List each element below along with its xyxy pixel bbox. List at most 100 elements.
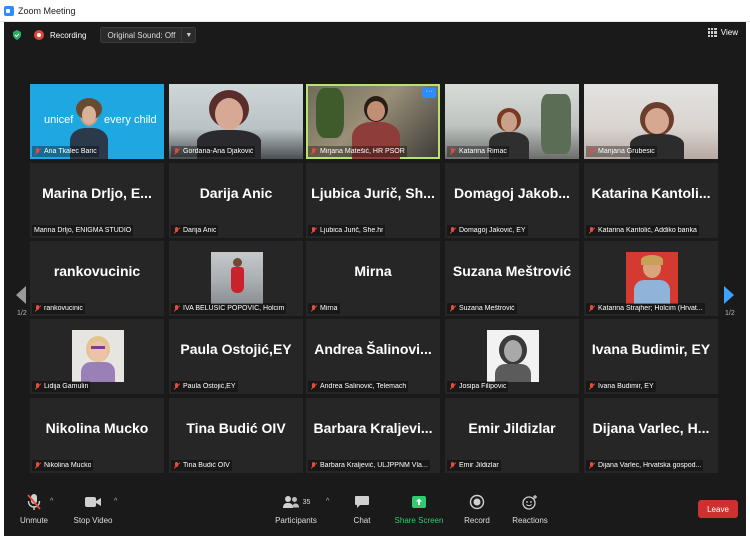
view-label: View [720, 28, 738, 37]
participant-name-label: Barbara Kraljević, ULJPPNM Vla... [308, 460, 430, 471]
participant-name-label: Andrea Šalinović, Telemach [308, 381, 409, 392]
muted-mic-icon [588, 147, 595, 156]
shield-icon[interactable] [12, 30, 22, 40]
record-button[interactable]: Record [447, 492, 507, 525]
share-screen-button[interactable]: Share Screen [389, 492, 449, 525]
muted-mic-icon [310, 226, 317, 235]
participant-name-label: Dijana Varlec, Hrvatska gospod... [586, 460, 704, 471]
video-tile[interactable]: Marijana Grubesic [584, 84, 718, 159]
participant-display-name: Andrea Šalinovi... [314, 341, 432, 357]
participant-name-label: Lidija Gamulin [32, 381, 91, 392]
video-tile[interactable]: unicef every child Ana Tkalec Baric [30, 84, 164, 159]
participants-count: 35 [302, 498, 311, 506]
participant-tile[interactable]: Andrea Šalinovi... Andrea Šalinović, Tel… [306, 319, 440, 394]
muted-mic-icon [34, 304, 41, 313]
unmute-label: Unmute [19, 516, 48, 525]
muted-mic-icon [173, 147, 180, 156]
participants-chevron-icon[interactable]: ^ [326, 498, 329, 505]
participants-button[interactable]: 35 Participants [266, 492, 326, 525]
participant-name-label: Marijana Grubesic [586, 146, 657, 157]
participant-tile[interactable]: Tina Budić OIV Tina Budić OIV [169, 398, 303, 473]
chevron-down-icon[interactable]: ▼ [181, 28, 195, 42]
participant-name-label: Emir Jildizlar [447, 460, 501, 471]
participant-name-label: Josipa Filipovic [447, 381, 509, 392]
stop-video-label: Stop Video [73, 516, 113, 525]
video-options-chevron-icon[interactable]: ^ [114, 498, 117, 505]
participant-tile[interactable]: Katarina Strajher; Holcim (Hrvat... [584, 241, 718, 316]
muted-mic-icon [310, 147, 317, 156]
video-camera-icon [85, 497, 101, 507]
profile-photo [626, 252, 678, 304]
profile-photo [487, 330, 539, 382]
muted-mic-icon [173, 461, 180, 470]
profile-photo [72, 330, 124, 382]
reactions-label: Reactions [512, 516, 548, 525]
muted-mic-icon [310, 304, 317, 313]
participant-name-label: Domagoj Jaković, EY [447, 225, 528, 236]
participant-tile[interactable]: Ljubica Jurič, Sh... Ljubica Jurič, She.… [306, 163, 440, 238]
video-tile[interactable]: Katarina Rimac [445, 84, 579, 159]
participant-name-label: Marina Drljo, ENIGMA STUDIO [32, 225, 134, 236]
meeting-toolbar: Unmute ^ Stop Video ^ 35 Participants ^ … [4, 484, 746, 536]
participant-name-label: Gordana-Ana Djaković [171, 146, 256, 157]
participant-display-name: Dijana Varlec, H... [592, 420, 710, 436]
stop-video-button[interactable]: Stop Video [63, 492, 123, 525]
participant-name-label: Mirna [308, 303, 340, 314]
record-label: Record [464, 516, 490, 525]
participant-display-name: Paula Ostojić,EY [180, 341, 292, 357]
participant-display-name: Suzana Meštrović [452, 263, 572, 279]
muted-mic-icon [449, 147, 456, 156]
participant-tile[interactable]: IVA BELUŠIĆ POPOVIĆ, Holcim [169, 241, 303, 316]
window-titlebar: Zoom Meeting [0, 0, 750, 22]
participant-tile[interactable]: Ivana Budimir, EY Ivana Budimir, EY [584, 319, 718, 394]
participant-tile[interactable]: Marina Drljo, E... Marina Drljo, ENIGMA … [30, 163, 164, 238]
participant-tile[interactable]: Dijana Varlec, H... Dijana Varlec, Hrvat… [584, 398, 718, 473]
reactions-button[interactable]: Reactions [500, 492, 560, 525]
muted-microphone-icon [27, 494, 41, 510]
share-screen-label: Share Screen [394, 516, 444, 525]
participant-display-name: Domagoj Jakob... [454, 185, 570, 201]
participant-tile[interactable]: Barbara Kraljevi... Barbara Kraljević, U… [306, 398, 440, 473]
participant-display-name: Ljubica Jurič, Sh... [311, 185, 435, 201]
participant-tile[interactable]: Josipa Filipovic [445, 319, 579, 394]
participant-name-label: Paula Ostojić,EY [171, 381, 238, 392]
participant-tile[interactable]: Mirna Mirna [306, 241, 440, 316]
participant-display-name: Marina Drljo, E... [42, 185, 152, 201]
muted-mic-icon [449, 382, 456, 391]
participant-tile[interactable]: Emir Jildizlar Emir Jildizlar [445, 398, 579, 473]
participant-tile[interactable]: Lidija Gamulin [30, 319, 164, 394]
participant-tile[interactable]: Paula Ostojić,EY Paula Ostojić,EY [169, 319, 303, 394]
participant-tile[interactable]: Domagoj Jakob... Domagoj Jaković, EY [445, 163, 579, 238]
unicef-logo-text: unicef [44, 114, 74, 126]
participant-name-label: rankovucinic [32, 303, 85, 314]
reactions-smiley-icon [522, 495, 537, 510]
recording-icon [34, 30, 44, 40]
muted-mic-icon [173, 382, 180, 391]
muted-mic-icon [34, 147, 41, 156]
participant-display-name: Darija Anic [199, 185, 273, 201]
audio-options-chevron-icon[interactable]: ^ [50, 498, 53, 505]
participant-name-label: Nikolina Mucko [32, 460, 94, 471]
video-tile-active-speaker[interactable]: ··· Mirjana Matešić, HR PSOR [306, 84, 440, 159]
unmute-button[interactable]: Unmute [4, 492, 64, 525]
participant-tile[interactable]: rankovucinic rankovucinic [30, 241, 164, 316]
unicef-tagline-text: every child [104, 114, 157, 126]
participant-tile[interactable]: Nikolina Mucko Nikolina Mucko [30, 398, 164, 473]
participant-tile[interactable]: Katarina Kantoli... Katarina Kantolić, A… [584, 163, 718, 238]
participant-tile[interactable]: Suzana Meštrović Suzana Meštrović [445, 241, 579, 316]
participant-name-label: Darija Anic [171, 225, 219, 236]
next-page-arrow-icon[interactable] [724, 286, 734, 304]
view-button[interactable]: View [707, 28, 738, 37]
original-sound-toggle[interactable]: Original Sound: Off ▼ [100, 27, 197, 43]
share-screen-icon [412, 496, 426, 508]
more-options-button[interactable]: ··· [422, 88, 436, 98]
video-tile[interactable]: Gordana-Ana Djaković [169, 84, 303, 159]
window-title: Zoom Meeting [18, 5, 76, 16]
meeting-window: Recording Original Sound: Off ▼ View 1/2… [4, 22, 746, 536]
leave-button[interactable]: Leave [698, 500, 738, 518]
previous-page-arrow-icon[interactable] [16, 286, 26, 304]
chat-button[interactable]: Chat [332, 492, 392, 525]
participant-display-name: Emir Jildizlar [468, 420, 556, 436]
muted-mic-icon [588, 304, 595, 313]
participant-tile[interactable]: Darija Anic Darija Anic [169, 163, 303, 238]
